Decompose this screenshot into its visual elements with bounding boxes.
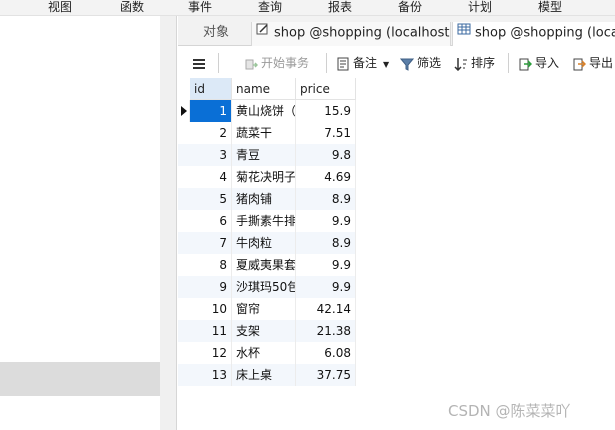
cell-name[interactable]: 窗帘 (232, 298, 296, 320)
cell-id[interactable]: 12 (190, 342, 232, 364)
cell-price[interactable]: 9.8 (296, 144, 356, 166)
table-row[interactable]: 13 床上桌 37.75 (178, 364, 356, 386)
note-icon (337, 57, 349, 70)
column-header-price[interactable]: price (296, 78, 356, 100)
cell-price[interactable]: 42.14 (296, 298, 356, 320)
menu-query[interactable]: 查询 (258, 0, 282, 15)
table-icon (457, 22, 471, 44)
cell-name[interactable]: 黄山烧饼（ (232, 100, 296, 122)
cell-name[interactable]: 夏威夷果套 (232, 254, 296, 276)
menu-backup[interactable]: 备份 (398, 0, 422, 15)
table-row[interactable]: 3 青豆 9.8 (178, 144, 356, 166)
table-row[interactable]: 8 夏威夷果套 9.9 (178, 254, 356, 276)
import-button[interactable]: 导入 (518, 53, 559, 73)
menu-event[interactable]: 事件 (188, 0, 212, 15)
import-icon (519, 58, 533, 70)
hamburger-icon (193, 58, 205, 69)
menu-bar: 视图 函数 事件 查询 报表 备份 计划 模型 (0, 0, 615, 16)
cell-price[interactable]: 8.9 (296, 188, 356, 210)
toolbar-separator (218, 53, 219, 73)
cell-name[interactable]: 手撕素牛排 (232, 210, 296, 232)
table-row[interactable]: 7 牛肉粒 8.9 (178, 232, 356, 254)
cell-price[interactable]: 9.9 (296, 210, 356, 232)
cell-name[interactable]: 青豆 (232, 144, 296, 166)
tab-objects[interactable]: 对象 (178, 22, 250, 46)
pane-splitter[interactable] (160, 16, 177, 430)
menu-report[interactable]: 报表 (328, 0, 352, 15)
cell-price[interactable]: 7.51 (296, 122, 356, 144)
cell-id[interactable]: 2 (190, 122, 232, 144)
watermark: CSDN @陈菜菜吖 (448, 402, 571, 420)
begin-transaction-button[interactable]: 开始事务 (244, 53, 309, 73)
menu-view[interactable]: 视图 (48, 0, 72, 15)
tab-query-shop-label: shop @shopping (localhost... (274, 25, 451, 41)
tab-table-shop-label: shop @shopping (localh (475, 25, 615, 41)
column-header-name[interactable]: name (232, 78, 296, 100)
tab-bar: 对象 shop @shopping (localhost... shop @sh… (178, 16, 615, 46)
tab-table-shop[interactable]: shop @shopping (localh (452, 22, 615, 46)
export-icon (573, 58, 587, 70)
navigation-pane (0, 16, 160, 430)
cell-name[interactable]: 猪肉铺 (232, 188, 296, 210)
tab-query-shop[interactable]: shop @shopping (localhost... (251, 22, 451, 46)
menu-model[interactable]: 模型 (538, 0, 562, 15)
current-row-marker-icon (178, 100, 190, 122)
table-row[interactable]: 5 猪肉铺 8.9 (178, 188, 356, 210)
menu-schedule[interactable]: 计划 (468, 0, 492, 15)
cell-price[interactable]: 9.9 (296, 254, 356, 276)
cell-id[interactable]: 3 (190, 144, 232, 166)
cell-id[interactable]: 6 (190, 210, 232, 232)
cell-price[interactable]: 37.75 (296, 364, 356, 386)
cell-name[interactable]: 牛肉粒 (232, 232, 296, 254)
cell-id[interactable]: 11 (190, 320, 232, 342)
cell-id[interactable]: 5 (190, 188, 232, 210)
toolbar-separator (508, 53, 509, 73)
query-icon (256, 22, 270, 44)
table-row[interactable]: 6 手撕素牛排 9.9 (178, 210, 356, 232)
cell-name[interactable]: 沙琪玛50包 (232, 276, 296, 298)
chevron-down-icon[interactable]: ▼ (383, 60, 389, 69)
cell-price[interactable]: 4.69 (296, 166, 356, 188)
note-button[interactable]: 备注 ▼ (336, 53, 389, 73)
column-header-id[interactable]: id (190, 78, 232, 100)
toolbar-separator (326, 53, 327, 73)
cell-id[interactable]: 13 (190, 364, 232, 386)
filter-button[interactable]: 筛选 (399, 53, 441, 73)
cell-name[interactable]: 水杯 (232, 342, 296, 364)
cell-name[interactable]: 菊花决明子 (232, 166, 296, 188)
table-row[interactable]: 1 黄山烧饼（ 15.9 (178, 100, 356, 122)
table-row[interactable]: 4 菊花决明子 4.69 (178, 166, 356, 188)
filter-icon (399, 58, 415, 71)
table-row[interactable]: 12 水杯 6.08 (178, 342, 356, 364)
cell-name[interactable]: 蔬菜干 (232, 122, 296, 144)
cell-price[interactable]: 9.9 (296, 276, 356, 298)
selected-nav-row[interactable] (0, 362, 160, 396)
transaction-icon (245, 59, 259, 69)
cell-price[interactable]: 21.38 (296, 320, 356, 342)
sort-icon (454, 57, 467, 71)
table-row[interactable]: 10 窗帘 42.14 (178, 298, 356, 320)
table-row[interactable]: 11 支架 21.38 (178, 320, 356, 342)
cell-name[interactable]: 床上桌 (232, 364, 296, 386)
cell-name[interactable]: 支架 (232, 320, 296, 342)
cell-id[interactable]: 1 (190, 100, 232, 122)
menu-function[interactable]: 函数 (120, 0, 144, 15)
cell-id[interactable]: 8 (190, 254, 232, 276)
cell-price[interactable]: 6.08 (296, 342, 356, 364)
cell-price[interactable]: 15.9 (296, 100, 356, 122)
cell-id[interactable]: 10 (190, 298, 232, 320)
hamburger-menu-button[interactable] (192, 53, 209, 73)
table-row[interactable]: 2 蔬菜干 7.51 (178, 122, 356, 144)
table-row[interactable]: 9 沙琪玛50包 9.9 (178, 276, 356, 298)
toolbar: 开始事务 备注 ▼ 筛选 排序 导入 导出 (178, 47, 615, 78)
export-button[interactable]: 导出 (572, 53, 613, 73)
cell-id[interactable]: 7 (190, 232, 232, 254)
cell-price[interactable]: 8.9 (296, 232, 356, 254)
sort-button[interactable]: 排序 (454, 53, 495, 73)
cell-id[interactable]: 4 (190, 166, 232, 188)
cell-id[interactable]: 9 (190, 276, 232, 298)
